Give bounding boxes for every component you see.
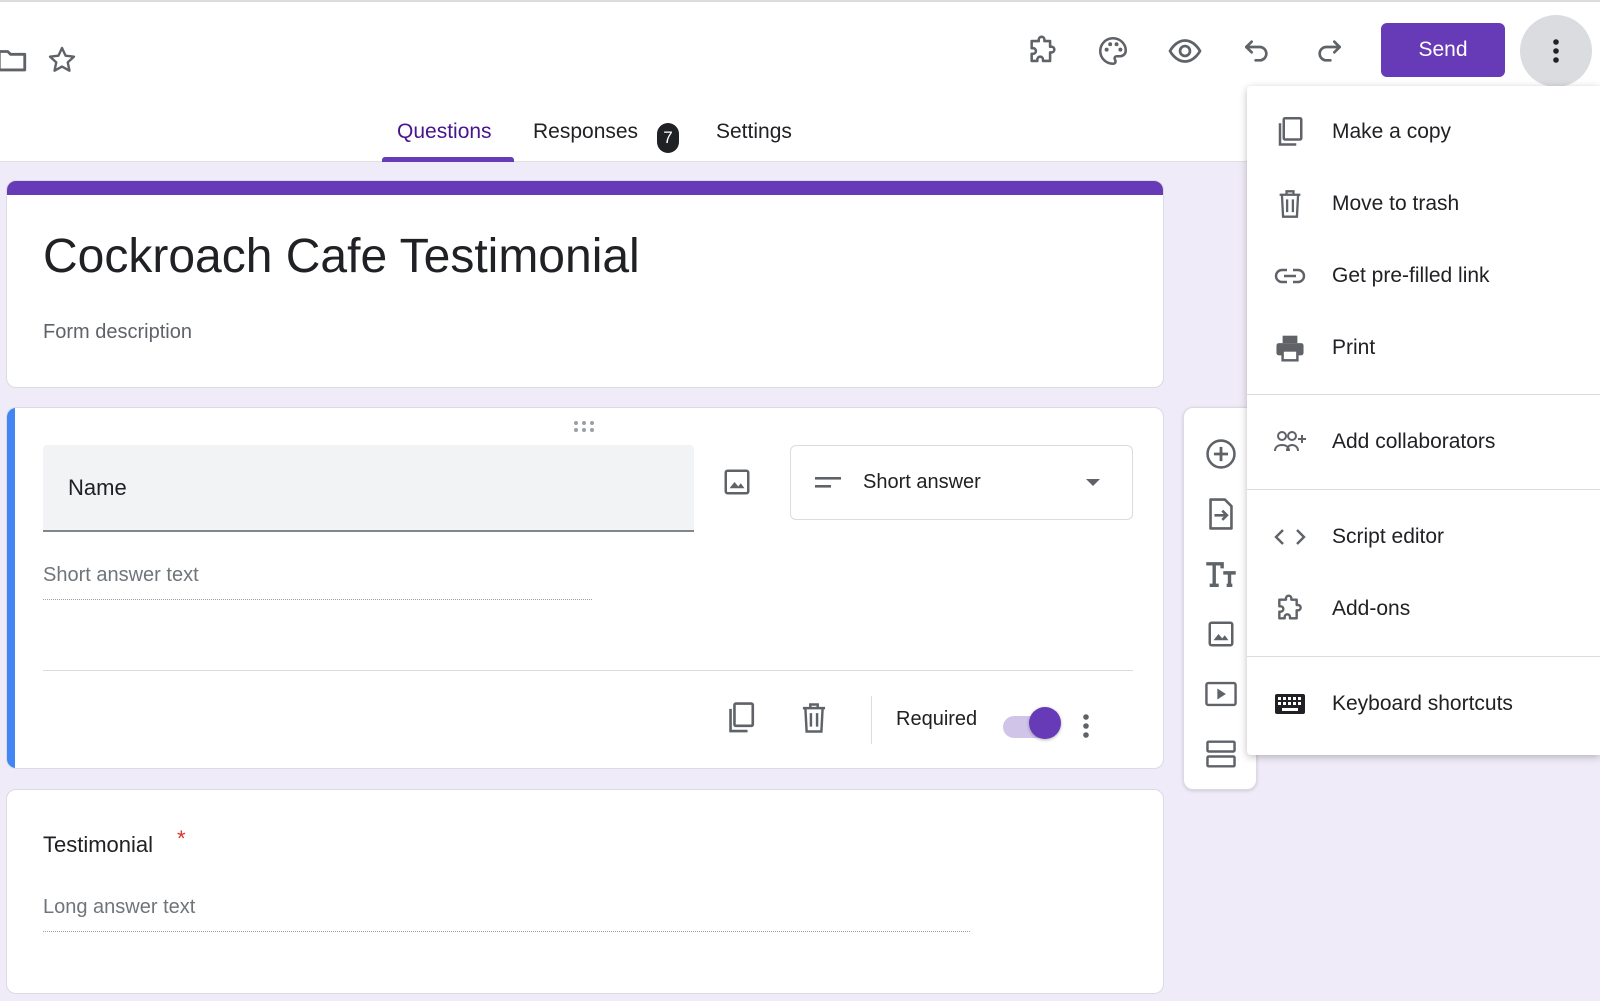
star-icon[interactable] — [34, 32, 90, 88]
question-footer-divider — [43, 670, 1133, 671]
menu-item-add-ons[interactable]: Add-ons — [1247, 573, 1600, 645]
question-title-input[interactable]: Name — [43, 445, 694, 532]
collaborators-icon — [1273, 425, 1307, 459]
add-section-icon[interactable] — [1197, 730, 1245, 778]
floating-toolbar — [1183, 407, 1257, 790]
code-icon — [1273, 520, 1307, 554]
add-question-icon[interactable] — [1197, 430, 1245, 478]
undo-icon[interactable] — [1229, 23, 1285, 79]
tab-active-indicator — [382, 157, 514, 162]
duplicate-question-icon[interactable] — [713, 690, 769, 746]
import-questions-icon[interactable] — [1197, 490, 1245, 538]
question-more-icon[interactable] — [1058, 698, 1114, 754]
menu-item-label: Script editor — [1332, 525, 1445, 548]
more-options-menu: Make a copy Move to trash Get pre-filled… — [1247, 86, 1600, 755]
menu-item-label: Move to trash — [1332, 192, 1460, 215]
short-answer-placeholder: Short answer text — [43, 564, 592, 600]
menu-item-print[interactable]: Print — [1247, 312, 1600, 384]
link-icon — [1273, 259, 1307, 293]
menu-item-label: Make a copy — [1332, 120, 1452, 143]
chevron-down-icon — [1085, 478, 1101, 488]
long-answer-placeholder: Long answer text — [43, 896, 970, 932]
drag-handle-icon[interactable] — [573, 420, 599, 434]
keyboard-icon — [1273, 687, 1307, 721]
add-image-icon[interactable] — [1197, 610, 1245, 658]
menu-item-label: Print — [1332, 336, 1376, 359]
menu-item-move-to-trash[interactable]: Move to trash — [1247, 168, 1600, 240]
question-card-testimonial[interactable]: Testimonial * Long answer text — [6, 789, 1164, 994]
palette-icon[interactable] — [1085, 23, 1141, 79]
required-toggle-thumb[interactable] — [1029, 707, 1061, 739]
trash-icon — [1273, 187, 1307, 221]
copy-icon — [1273, 115, 1307, 149]
menu-divider — [1247, 394, 1600, 395]
menu-item-script-editor[interactable]: Script editor — [1247, 501, 1600, 573]
required-label: Required — [896, 708, 978, 730]
more-vert-icon[interactable] — [1520, 15, 1592, 87]
add-title-icon[interactable] — [1197, 550, 1245, 598]
menu-item-add-collaborators[interactable]: Add collaborators — [1247, 406, 1600, 478]
add-image-icon[interactable] — [713, 458, 761, 506]
form-title[interactable]: Cockroach Cafe Testimonial — [43, 229, 640, 284]
menu-item-label: Add collaborators — [1332, 430, 1496, 453]
required-asterisk: * — [177, 826, 186, 851]
footer-separator — [871, 696, 872, 744]
menu-item-prefilled-link[interactable]: Get pre-filled link — [1247, 240, 1600, 312]
active-question-indicator — [7, 408, 15, 768]
preview-icon[interactable] — [1157, 23, 1213, 79]
redo-icon[interactable] — [1301, 23, 1357, 79]
menu-item-label: Add-ons — [1332, 597, 1411, 620]
menu-divider — [1247, 656, 1600, 657]
menu-item-label: Keyboard shortcuts — [1332, 692, 1513, 715]
question-type-dropdown[interactable]: Short answer — [790, 445, 1133, 520]
short-answer-icon — [815, 476, 841, 490]
addon-icon[interactable] — [1015, 23, 1071, 79]
menu-divider — [1247, 489, 1600, 490]
question-title: Testimonial — [43, 832, 154, 857]
delete-question-icon[interactable] — [786, 690, 842, 746]
title-accent-bar — [7, 181, 1163, 195]
addon-icon — [1273, 592, 1307, 626]
menu-item-label: Get pre-filled link — [1332, 264, 1490, 287]
menu-item-make-copy[interactable]: Make a copy — [1247, 96, 1600, 168]
add-video-icon[interactable] — [1197, 670, 1245, 718]
menu-item-keyboard-shortcuts[interactable]: Keyboard shortcuts — [1247, 668, 1600, 740]
responses-count-badge: 7 — [657, 123, 679, 153]
form-title-card[interactable]: Cockroach Cafe Testimonial Form descript… — [6, 180, 1164, 388]
question-card-name[interactable]: Name Short answer Short answer text Requ… — [6, 407, 1164, 769]
send-button[interactable]: Send — [1381, 23, 1505, 77]
form-description-input[interactable]: Form description — [43, 321, 192, 344]
print-icon — [1273, 331, 1307, 365]
question-type-label: Short answer — [863, 471, 981, 493]
tab-settings[interactable]: Settings — [716, 120, 792, 164]
tab-responses[interactable]: Responses — [533, 120, 638, 164]
